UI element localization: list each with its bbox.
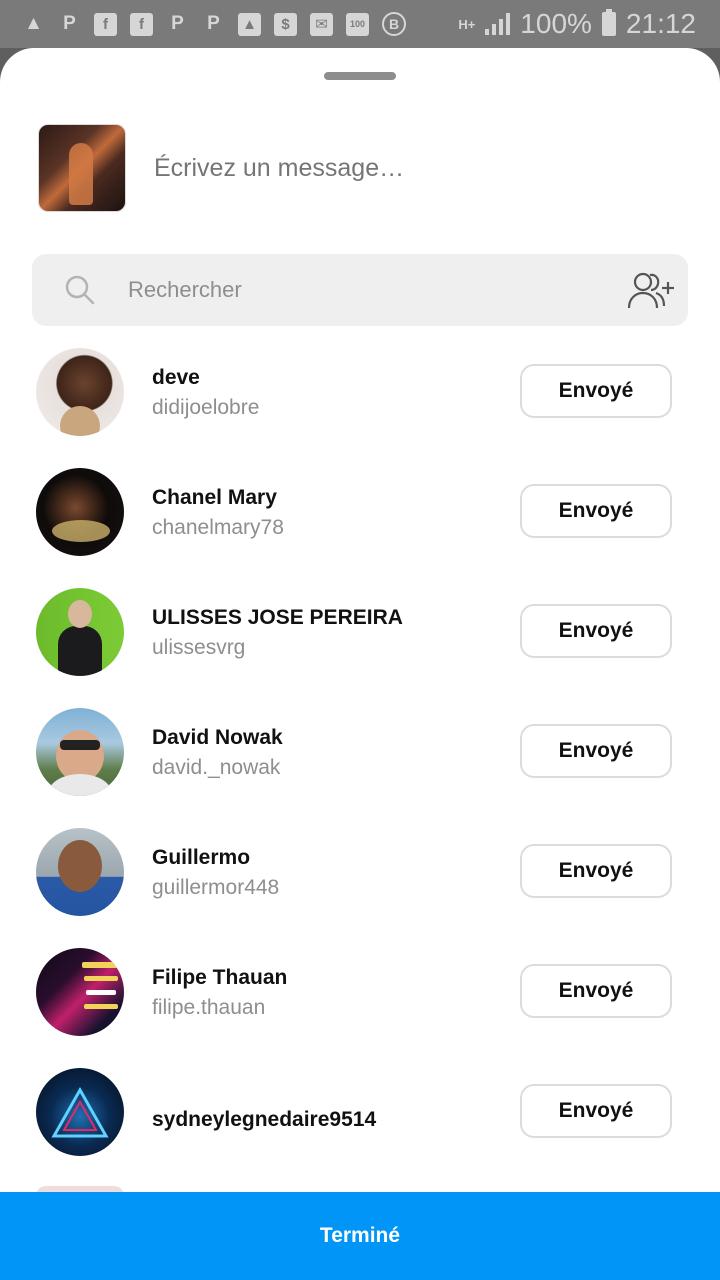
sent-button[interactable]: Envoyé — [520, 844, 672, 898]
search-icon — [65, 275, 95, 305]
recipient-username: didijoelobre — [152, 396, 260, 419]
recipient-name: Chanel Mary — [152, 486, 277, 509]
drag-handle[interactable] — [324, 72, 396, 80]
share-sheet: Rechercher deve didijoelobre Envoyé Chan… — [0, 48, 720, 1280]
list-item: Chanel Mary chanelmary78 Envoyé — [0, 458, 720, 578]
system-status: H+ 100% 21:12 — [458, 0, 696, 48]
message-bubble-icon: ▲ — [24, 13, 43, 34]
network-type: H+ — [458, 16, 476, 32]
list-item: sydneylegnedaire9514 Envoyé — [0, 1058, 720, 1178]
list-item: David Nowak david._nowak Envoyé — [0, 698, 720, 818]
battery-icon — [601, 9, 616, 36]
search-bar[interactable]: Rechercher — [32, 254, 688, 326]
post-thumbnail — [38, 124, 126, 212]
recipient-username: chanelmary78 — [152, 516, 284, 539]
avatar[interactable] — [36, 348, 124, 436]
p-icon: P — [171, 13, 184, 34]
avatar[interactable] — [36, 1068, 124, 1156]
recipient-name: Guillermo — [152, 846, 251, 869]
image-icon: ▲ — [238, 12, 261, 36]
add-people-icon[interactable] — [626, 272, 676, 310]
p-icon: P — [207, 13, 220, 34]
triangle-graphic — [51, 1086, 109, 1138]
list-item: deve didijoelobre Envoyé — [0, 338, 720, 458]
compose-area — [38, 124, 636, 212]
sent-button[interactable]: Envoyé — [520, 484, 672, 538]
message-input[interactable] — [152, 152, 636, 184]
done-button[interactable]: Terminé — [0, 1192, 720, 1280]
recipient-list: deve didijoelobre Envoyé Chanel Mary cha… — [0, 338, 720, 1178]
search-placeholder: Rechercher — [128, 277, 242, 302]
recipient-name: Filipe Thauan — [152, 966, 288, 989]
recipient-name: ULISSES JOSE PEREIRA — [152, 606, 403, 629]
sent-button[interactable]: Envoyé — [520, 364, 672, 418]
signal-icon — [485, 13, 511, 35]
notification-icons: ▲ P f f P P ▲ $ ✉ 100 B — [0, 12, 406, 36]
sent-button[interactable]: Envoyé — [520, 964, 672, 1018]
avatar[interactable] — [36, 828, 124, 916]
facebook-icon: f — [94, 12, 117, 36]
recipient-username: guillermor448 — [152, 876, 280, 899]
b-icon: B — [382, 12, 406, 36]
list-item: Filipe Thauan filipe.thauan Envoyé — [0, 938, 720, 1058]
recipient-username: ulissesvrg — [152, 636, 246, 659]
list-item: ULISSES JOSE PEREIRA ulissesvrg Envoyé — [0, 578, 720, 698]
recipient-username: david._nowak — [152, 756, 281, 779]
p-icon: P — [63, 13, 76, 34]
facebook-icon: f — [130, 12, 153, 36]
avatar[interactable] — [36, 708, 124, 796]
status-bar: ▲ P f f P P ▲ $ ✉ 100 B H+ 100% 21:12 — [0, 0, 720, 48]
avatar[interactable] — [36, 948, 124, 1036]
sent-button[interactable]: Envoyé — [520, 1084, 672, 1138]
recipient-name: David Nowak — [152, 726, 283, 749]
list-item: Guillermo guillermor448 Envoyé — [0, 818, 720, 938]
mail-icon: ✉ — [310, 12, 333, 36]
recipient-name: deve — [152, 366, 200, 389]
money-icon: $ — [274, 12, 297, 36]
recipient-name: sydneylegnedaire9514 — [152, 1108, 377, 1131]
storage-100-icon: 100 — [346, 12, 369, 36]
recipient-username: filipe.thauan — [152, 996, 266, 1019]
avatar[interactable] — [36, 468, 124, 556]
avatar[interactable] — [36, 588, 124, 676]
sent-button[interactable]: Envoyé — [520, 604, 672, 658]
sent-button[interactable]: Envoyé — [520, 724, 672, 778]
clock: 21:12 — [625, 8, 696, 39]
battery-percent: 100% — [520, 8, 592, 39]
